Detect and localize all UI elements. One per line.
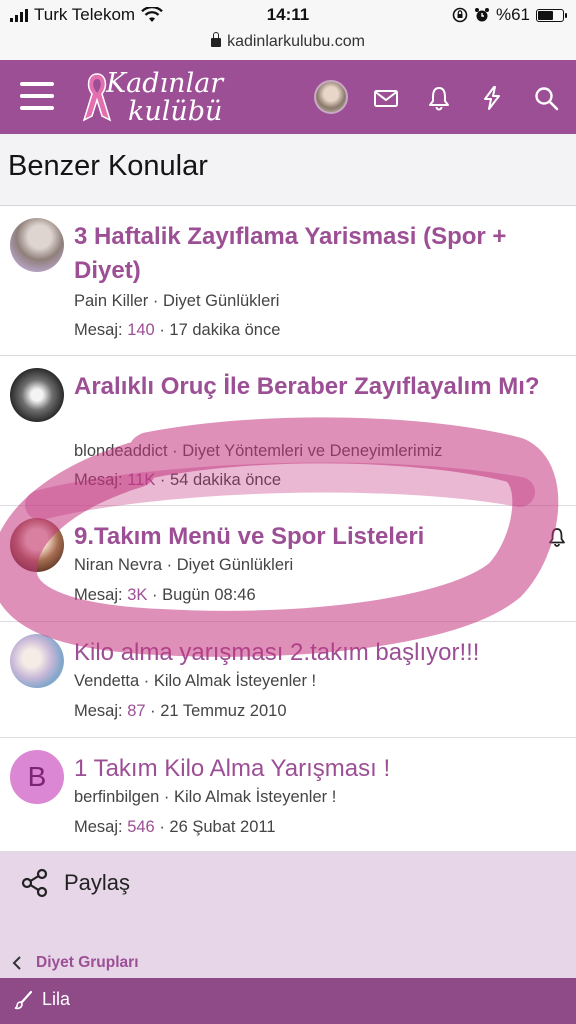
- reply-count: 140: [127, 321, 155, 339]
- breadcrumb-link[interactable]: Diyet Grupları: [36, 954, 139, 972]
- similar-threads-header: Benzer Konular: [0, 134, 576, 206]
- reply-count: 87: [127, 702, 146, 720]
- reply-count: 3K: [127, 586, 148, 604]
- watched-bell-icon[interactable]: [546, 526, 568, 548]
- thread-meta: Vendetta · Kilo Almak İsteyenler !: [74, 672, 317, 690]
- last-post-time[interactable]: 26 Şubat 2011: [169, 818, 275, 836]
- logo-text-line2: kulübü: [128, 96, 223, 127]
- last-post-time[interactable]: 17 dakika önce: [169, 321, 280, 339]
- thread-item[interactable]: 9.Takım Menü ve Spor Listeleri Niran Nev…: [0, 506, 576, 622]
- replies-label: Mesaj:: [74, 702, 123, 720]
- share-label: Paylaş: [64, 870, 131, 895]
- logo-text-line1: Kadınlar: [106, 68, 224, 99]
- share-icon: [21, 868, 48, 898]
- thread-author-avatar[interactable]: [10, 634, 64, 688]
- thread-author[interactable]: Pain Killer: [74, 292, 148, 310]
- site-logo[interactable]: Kadınlar kulübü: [80, 66, 240, 128]
- replies-label: Mesaj:: [74, 818, 123, 836]
- site-header: Kadınlar kulübü: [0, 60, 576, 134]
- hamburger-menu-icon[interactable]: [20, 82, 54, 110]
- thread-stats: Mesaj: 546 · 26 Şubat 2011: [74, 818, 276, 836]
- thread-forum[interactable]: Diyet Yöntemleri ve Deneyimlerimiz: [182, 442, 442, 460]
- battery-percent: %61: [495, 5, 530, 24]
- reply-count: 546: [127, 818, 155, 836]
- thread-title[interactable]: 3 Haftalik Zayıflama Yarismasi (Spor + D…: [74, 220, 556, 288]
- last-post-time[interactable]: 54 dakika önce: [170, 471, 281, 489]
- thread-stats: Mesaj: 3K · Bugün 08:46: [74, 586, 256, 604]
- last-post-time[interactable]: Bugün 08:46: [162, 586, 256, 604]
- chevron-left-icon: [12, 956, 21, 970]
- thread-item[interactable]: B 1 Takım Kilo Alma Yarışması ! berfinbi…: [0, 738, 576, 852]
- share-button[interactable]: Paylaş: [20, 868, 130, 898]
- thread-stats: Mesaj: 87 · 21 Temmuz 2010: [74, 702, 287, 720]
- thread-author[interactable]: blondeaddict: [74, 442, 168, 460]
- thread-author-avatar[interactable]: [10, 218, 64, 272]
- footer-bar: Lila: [0, 978, 576, 1024]
- brush-icon: [14, 990, 33, 1009]
- thread-meta: Niran Nevra · Diyet Günlükleri: [74, 556, 294, 574]
- thread-item[interactable]: Kilo alma yarışması 2.takım başlıyor!!! …: [0, 622, 576, 738]
- status-right: %61: [452, 5, 567, 25]
- thread-author[interactable]: Vendetta: [74, 672, 139, 690]
- section-title: Benzer Konular: [8, 150, 208, 182]
- share-section: Paylaş Diyet Grupları: [0, 852, 576, 978]
- status-bar: Turk Telekom 14:11 %61: [0, 0, 576, 30]
- thread-title[interactable]: 1 Takım Kilo Alma Yarışması !: [74, 752, 556, 786]
- alarm-icon: [474, 8, 489, 22]
- thread-author[interactable]: Niran Nevra: [74, 556, 162, 574]
- thread-meta: Pain Killer · Diyet Günlükleri: [74, 292, 280, 310]
- replies-label: Mesaj:: [74, 321, 123, 339]
- replies-label: Mesaj:: [74, 471, 123, 489]
- orientation-lock-icon: [452, 7, 468, 23]
- thread-author[interactable]: berfinbilgen: [74, 788, 159, 806]
- thread-item[interactable]: 3 Haftalik Zayıflama Yarismasi (Spor + D…: [0, 206, 576, 356]
- thread-forum[interactable]: Diyet Günlükleri: [163, 292, 279, 310]
- thread-item[interactable]: Aralıklı Oruç İle Beraber Zayıflayalım M…: [0, 356, 576, 506]
- style-chooser-link[interactable]: Lila: [14, 989, 70, 1010]
- style-label: Lila: [42, 989, 71, 1009]
- thread-title[interactable]: 9.Takım Menü ve Spor Listeleri: [74, 520, 556, 554]
- reply-count: 11K: [127, 471, 156, 489]
- thread-meta: blondeaddict · Diyet Yöntemleri ve Deney…: [74, 442, 443, 460]
- thread-title[interactable]: Kilo alma yarışması 2.takım başlıyor!!!: [74, 636, 556, 670]
- thread-author-avatar[interactable]: [10, 368, 64, 422]
- replies-label: Mesaj:: [74, 586, 123, 604]
- bell-icon[interactable]: [425, 84, 453, 112]
- battery-icon: [536, 8, 567, 22]
- thread-title[interactable]: Aralıklı Oruç İle Beraber Zayıflayalım M…: [74, 370, 556, 404]
- thread-stats: Mesaj: 140 · 17 dakika önce: [74, 321, 281, 339]
- thread-meta: berfinbilgen · Kilo Almak İsteyenler !: [74, 788, 337, 806]
- thread-author-avatar[interactable]: B: [10, 750, 64, 804]
- breadcrumb[interactable]: Diyet Grupları: [12, 954, 139, 972]
- mail-icon[interactable]: [372, 84, 400, 112]
- user-avatar[interactable]: [314, 80, 348, 114]
- thread-forum[interactable]: Kilo Almak İsteyenler !: [174, 788, 336, 806]
- thread-forum[interactable]: Kilo Almak İsteyenler !: [154, 672, 316, 690]
- thread-forum[interactable]: Diyet Günlükleri: [177, 556, 293, 574]
- url-text[interactable]: kadinlarkulubu.com: [227, 33, 365, 50]
- thread-stats: Mesaj: 11K · 54 dakika önce: [74, 471, 282, 489]
- thread-author-avatar[interactable]: [10, 518, 64, 572]
- lock-icon: [211, 32, 222, 47]
- last-post-time[interactable]: 21 Temmuz 2010: [160, 702, 286, 720]
- search-icon[interactable]: [532, 84, 560, 112]
- lightning-icon[interactable]: [478, 84, 506, 112]
- address-bar[interactable]: kadinlarkulubu.com: [0, 30, 576, 60]
